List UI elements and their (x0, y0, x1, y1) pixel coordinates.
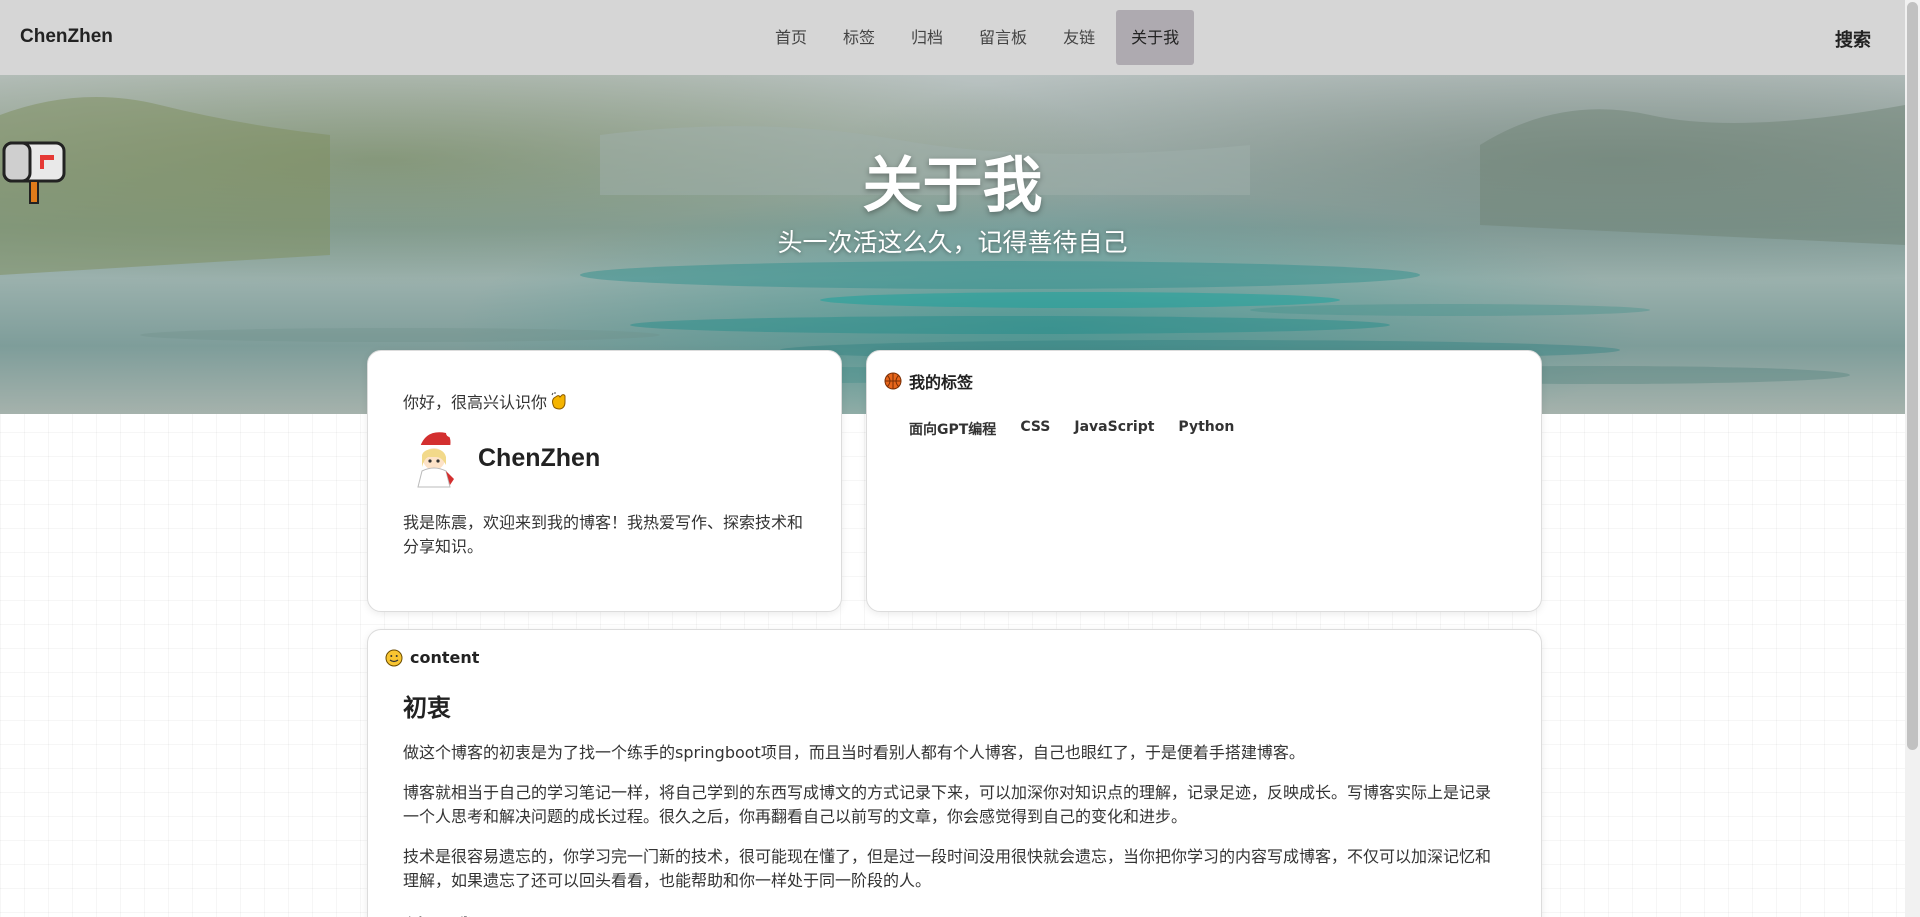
content-card-title: content (410, 648, 480, 667)
content-body: 初衷 做这个博客的初衷是为了找一个练手的springboot项目，而且当时看别人… (403, 688, 1503, 917)
brand-logo[interactable]: ChenZhen (20, 26, 113, 48)
content-paragraph: 做这个博客的初衷是为了找一个练手的springboot项目，而且当时看别人都有个… (403, 743, 1305, 762)
nav-item-about-me[interactable]: 关于我 (1116, 10, 1195, 65)
nav-item-home[interactable]: 首页 (760, 10, 822, 65)
search-link[interactable]: 搜索 (1835, 26, 1871, 52)
page: ChenZhen 首页 标签 归档 留言板 友链 关于我 搜索 关于我 头一次活… (0, 0, 1920, 917)
clapping-hands-icon (551, 392, 566, 410)
avatar[interactable] (406, 427, 462, 489)
nav-menu: 首页 标签 归档 留言板 友链 关于我 (760, 10, 1200, 65)
content-card: content 初衷 做这个博客的初衷是为了找一个练手的springboot项目… (367, 629, 1542, 917)
nav-item-tags[interactable]: 标签 (828, 10, 890, 65)
intro-greeting-text: 你好，很高兴认识你 (403, 393, 548, 412)
nav-item-archive[interactable]: 归档 (896, 10, 958, 65)
nav-item-friend-links[interactable]: 友链 (1048, 10, 1110, 65)
content-heading: 初衷 (403, 694, 451, 722)
tags-card: 我的标签 面向GPT编程 CSS JavaScript Python (866, 350, 1542, 612)
tags-card-title: 我的标签 (909, 373, 974, 392)
intro-bio: 我是陈震，欢迎来到我的博客！我热爱写作、探索技术和分享知识。 (403, 513, 804, 556)
scrollbar-thumb[interactable] (1907, 2, 1918, 750)
intro-name: ChenZhen (478, 443, 601, 472)
hero-title-row: 关于我 (0, 137, 1905, 224)
tag-gpt-programming[interactable]: 面向GPT编程 (897, 419, 1008, 439)
tag-list: 面向GPT编程 CSS JavaScript Python (897, 419, 1246, 439)
tag-javascript[interactable]: JavaScript (1062, 419, 1166, 439)
basketball-icon (884, 372, 902, 390)
tag-css[interactable]: CSS (1008, 419, 1062, 439)
top-navbar: ChenZhen 首页 标签 归档 留言板 友链 关于我 搜索 (0, 0, 1905, 75)
mailbox-icon (2, 141, 66, 204)
page-subtitle: 头一次活这么久，记得善待自己 (777, 228, 1128, 257)
content-paragraph: 技术是很容易遗忘的，你学习完一门新的技术，很可能现在懂了，但是过一段时间没用很快… (403, 847, 1492, 890)
content-card-header: content (385, 648, 479, 667)
content-heading-next: 关于我 (403, 909, 1503, 917)
nav-item-guestbook[interactable]: 留言板 (964, 10, 1042, 65)
content-paragraph: 博客就相当于自己的学习笔记一样，将自己学到的东西写成博文的方式记录下来，可以加深… (403, 783, 1492, 826)
intro-greeting: 你好，很高兴认识你 (403, 389, 569, 413)
page-title: 关于我 (862, 151, 1043, 221)
smiley-icon (385, 649, 403, 666)
intro-user: ChenZhen (406, 427, 600, 489)
intro-card: 你好，很高兴认识你 ChenZhen 我是陈震，欢迎来到我的博客！我热爱写作、探… (367, 350, 842, 612)
tag-python[interactable]: Python (1166, 419, 1246, 439)
tags-card-header: 我的标签 (884, 369, 973, 393)
